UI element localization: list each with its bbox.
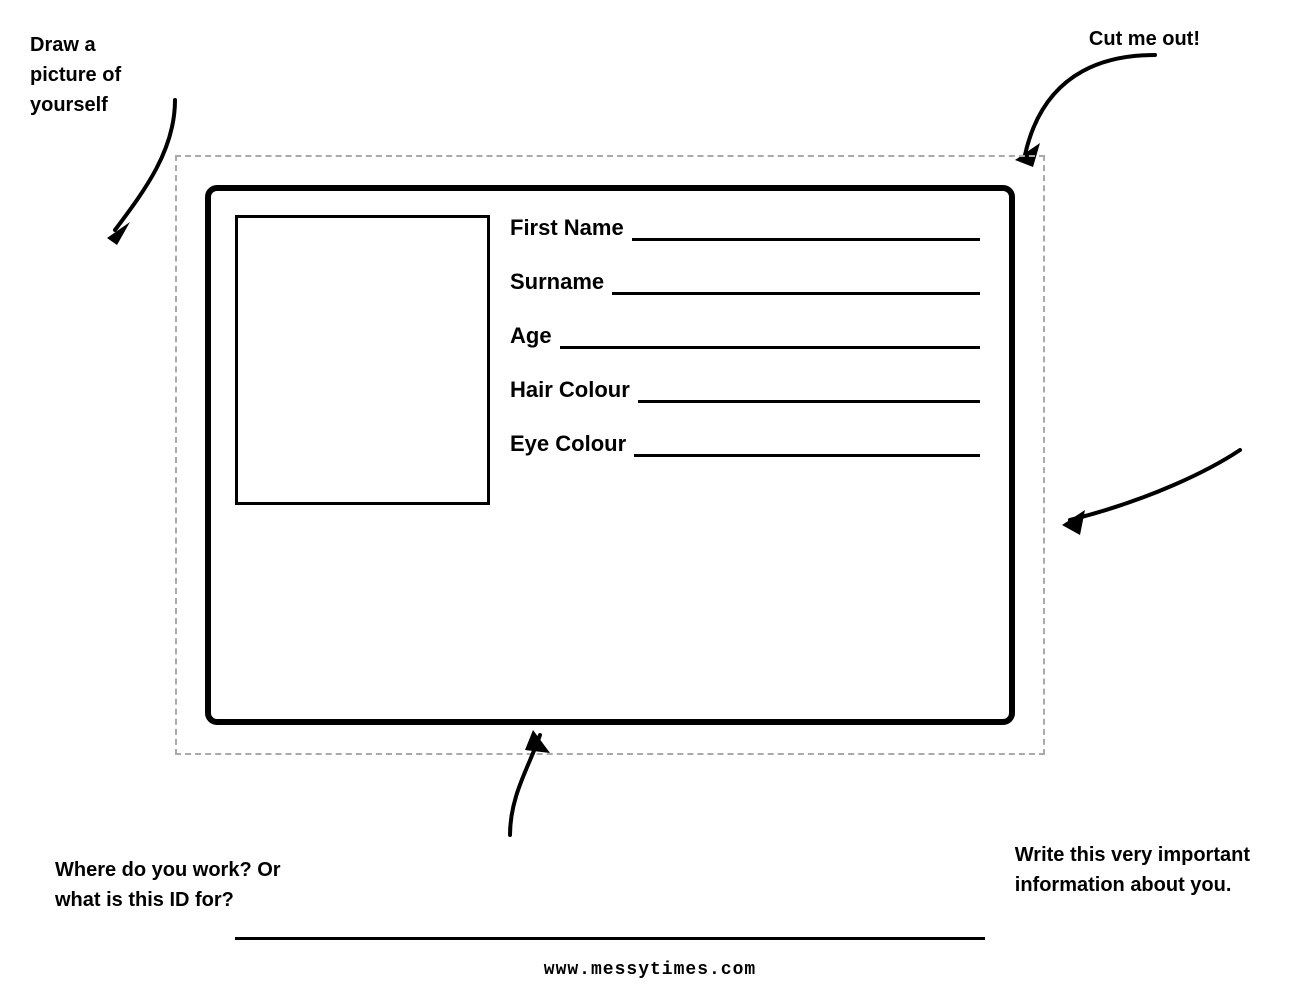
age-field: Age (510, 323, 980, 349)
footer-website: www.messytimes.com (544, 960, 756, 980)
first-name-field: First Name (510, 215, 980, 241)
eye-colour-field: Eye Colour (510, 431, 980, 457)
eye-colour-label: Eye Colour (510, 431, 626, 457)
fields-area: First Name Surname Age Hair Colour Eye C… (510, 215, 980, 485)
card-bottom-line (235, 937, 985, 940)
bottom-left-instruction: Where do you work? Or what is this ID fo… (55, 855, 281, 915)
surname-label: Surname (510, 269, 604, 295)
eye-colour-line (634, 453, 980, 457)
surname-line (612, 291, 980, 295)
age-line (560, 345, 980, 349)
hair-colour-line (638, 399, 980, 403)
hair-colour-field: Hair Colour (510, 377, 980, 403)
first-name-label: First Name (510, 215, 624, 241)
bottom-right-instruction: Write this very important information ab… (1015, 840, 1250, 900)
hair-colour-label: Hair Colour (510, 377, 630, 403)
photo-box (235, 215, 490, 505)
surname-field: Surname (510, 269, 980, 295)
bottom-arrow-icon (430, 725, 590, 845)
first-name-line (632, 237, 980, 241)
right-arrow-icon (1050, 440, 1250, 560)
age-label: Age (510, 323, 552, 349)
